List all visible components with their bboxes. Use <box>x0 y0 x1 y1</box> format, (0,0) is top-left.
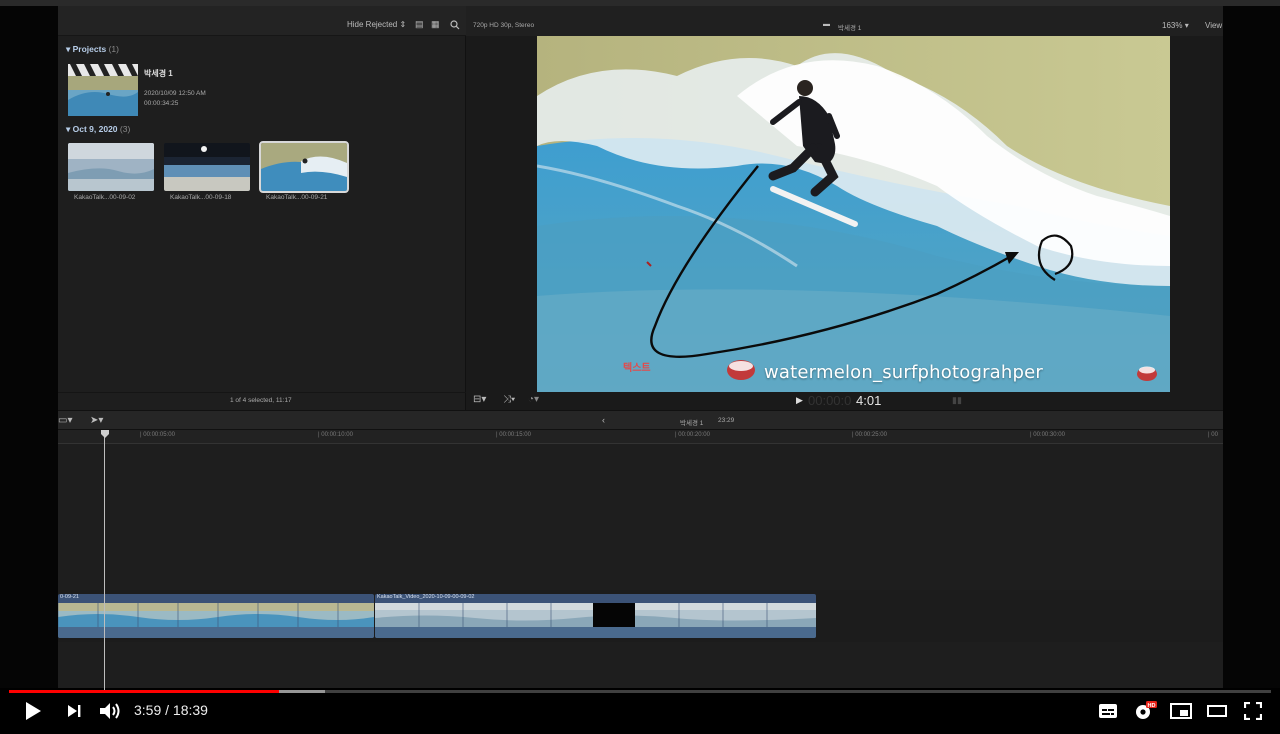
subtitles-button[interactable] <box>1096 698 1120 724</box>
project-clapper-icon <box>68 64 138 116</box>
progress-played <box>9 690 280 693</box>
video-frame: 텍스트 watermelon_surfphotograhper <box>537 36 1170 392</box>
text-overlay: 텍스트 <box>623 363 651 374</box>
fullscreen-icon <box>1244 702 1262 720</box>
viewer-panel: 720p HD 30p, Stereo ▬ 박세경 1 163% ▾ View <box>466 6 1223 410</box>
volume-button[interactable] <box>96 698 124 724</box>
hide-rejected-filter[interactable]: Hide Rejected ⇕ <box>347 20 406 29</box>
ruler-tick: | 00:00:10:00 <box>318 432 353 438</box>
select-tool-icon[interactable]: ➤▾ <box>90 415 103 426</box>
clip-filmstrip <box>375 603 816 627</box>
clip-label-3: KakaoTalk...00-09-21 <box>266 194 328 201</box>
miniplayer-icon <box>1170 703 1192 719</box>
event-section-header[interactable]: ▾ Oct 9, 2020 (3) <box>66 124 130 135</box>
list-view-icon[interactable]: ▤ <box>415 19 424 30</box>
viewer-play-icon[interactable]: ▶ <box>796 395 803 406</box>
filmstrip-icon[interactable]: ▦ <box>431 19 440 30</box>
surf-frame-image <box>537 36 1170 392</box>
clip-thumbnail-2[interactable] <box>164 143 250 191</box>
next-icon <box>68 705 81 717</box>
timeline-clip-2[interactable]: KakaoTalk_Video_2020-10-09-00-09-02 <box>375 594 816 638</box>
clip-label-2: KakaoTalk...00-09-18 <box>170 194 232 201</box>
back-icon[interactable]: ‹ <box>602 415 605 425</box>
timecode-dim: 00:00:0 <box>808 393 852 408</box>
audio-waveform <box>58 627 374 638</box>
audio-waveform <box>375 627 816 638</box>
clip-thumbnail-3-selected[interactable] <box>259 141 349 193</box>
viewer-project-title: 박세경 1 <box>838 25 862 32</box>
volume-icon <box>100 703 120 719</box>
zoom-menu[interactable]: 163% ▾ <box>1162 21 1189 30</box>
theater-mode-button[interactable] <box>1204 698 1230 724</box>
viewer-controls: ⊟▾ ⤨▾ ◔▾ ▶ 00:00:0 4:01 ▮▮ <box>466 392 1223 410</box>
clip-filmstrip <box>58 603 374 627</box>
timeline-playhead[interactable] <box>104 430 105 692</box>
project-name[interactable]: 박세경 1 <box>144 68 173 79</box>
timecode: 4:01 <box>856 393 882 408</box>
watermark-text: watermelon_surfphotograhper <box>764 362 1044 383</box>
video-editor-window: Hide Rejected ⇕ ▤ ▦ ▾ Projects (1) 박세경 1… <box>58 6 1223 688</box>
format-info: 720p HD 30p, Stereo <box>473 22 535 29</box>
browser-toolbar: Hide Rejected ⇕ ▤ ▦ <box>58 6 466 36</box>
clapper-icon: ▬ <box>823 21 830 28</box>
timeline-title: 박세경 1 <box>680 420 704 427</box>
ruler-tick: | 00:00:30:00 <box>1030 432 1065 438</box>
project-duration: 00:00:34:25 <box>144 100 179 107</box>
project-thumbnail[interactable] <box>68 64 138 116</box>
speed-icon[interactable]: ◔▾ <box>528 394 539 405</box>
search-icon[interactable] <box>450 20 460 30</box>
audio-meter-icon: ▮▮ <box>952 395 962 405</box>
project-date: 2020/10/09 12:50 AM <box>144 90 206 97</box>
timeline-duration: 23:29 <box>718 417 735 424</box>
viewer-toolbar: 720p HD 30p, Stereo ▬ 박세경 1 163% ▾ View <box>466 6 1223 36</box>
playhead-handle-icon[interactable] <box>101 430 109 438</box>
play-icon <box>26 702 41 720</box>
view-options-icon[interactable]: ⊟▾ <box>473 394 486 405</box>
browser-status-bar: 1 of 4 selected, 11:17 <box>58 392 466 410</box>
miniplayer-button[interactable] <box>1168 698 1194 724</box>
next-button[interactable] <box>62 698 86 724</box>
svg-text:HD: HD <box>1148 703 1156 709</box>
transform-icon[interactable]: ⤨▾ <box>503 394 515 405</box>
play-button[interactable] <box>20 698 46 724</box>
ruler-tick: | 00:00:25:00 <box>852 432 887 438</box>
time-display: 3:59 / 18:39 <box>134 702 208 718</box>
left-letterbox <box>0 6 58 688</box>
subtitles-icon <box>1099 704 1117 718</box>
ruler-tick: | 00:00:20:00 <box>675 432 710 438</box>
selection-status: 1 of 4 selected, 11:17 <box>230 397 292 404</box>
clip-title: 0-09-21 <box>60 594 79 600</box>
settings-icon: HD <box>1136 701 1157 719</box>
timeline-body: 0-09-21 KakaoTalk_Video_2020-10-09-00-09… <box>58 444 1223 688</box>
right-letterbox <box>1223 6 1280 688</box>
video-progress-bar[interactable] <box>9 690 1271 693</box>
settings-button[interactable]: HD <box>1132 698 1158 724</box>
ruler-tick: | 00:00:15:00 <box>496 432 531 438</box>
fullscreen-button[interactable] <box>1240 698 1266 724</box>
view-menu[interactable]: View <box>1205 21 1222 30</box>
timeline-clip-1[interactable]: 0-09-21 <box>58 594 374 638</box>
timeline-header: ▭▾ ➤▾ ‹ 박세경 1 23:29 <box>58 410 1223 430</box>
ruler-tick: | 00 <box>1208 432 1218 438</box>
clip-thumbnail-1[interactable] <box>68 143 154 191</box>
timeline-ruler: | 00:00:05:00 | 00:00:10:00 | 00:00:15:0… <box>58 430 1223 444</box>
ruler-tick: | 00:00:05:00 <box>140 432 175 438</box>
theater-icon <box>1207 705 1227 717</box>
clip-title: KakaoTalk_Video_2020-10-09-00-09-02 <box>377 594 475 600</box>
projects-section-header[interactable]: ▾ Projects (1) <box>66 44 119 55</box>
clip-label-1: KakaoTalk...00-09-02 <box>74 194 136 201</box>
media-browser: Hide Rejected ⇕ ▤ ▦ ▾ Projects (1) 박세경 1… <box>58 6 466 410</box>
clip-appearance-icon[interactable]: ▭▾ <box>58 415 72 426</box>
